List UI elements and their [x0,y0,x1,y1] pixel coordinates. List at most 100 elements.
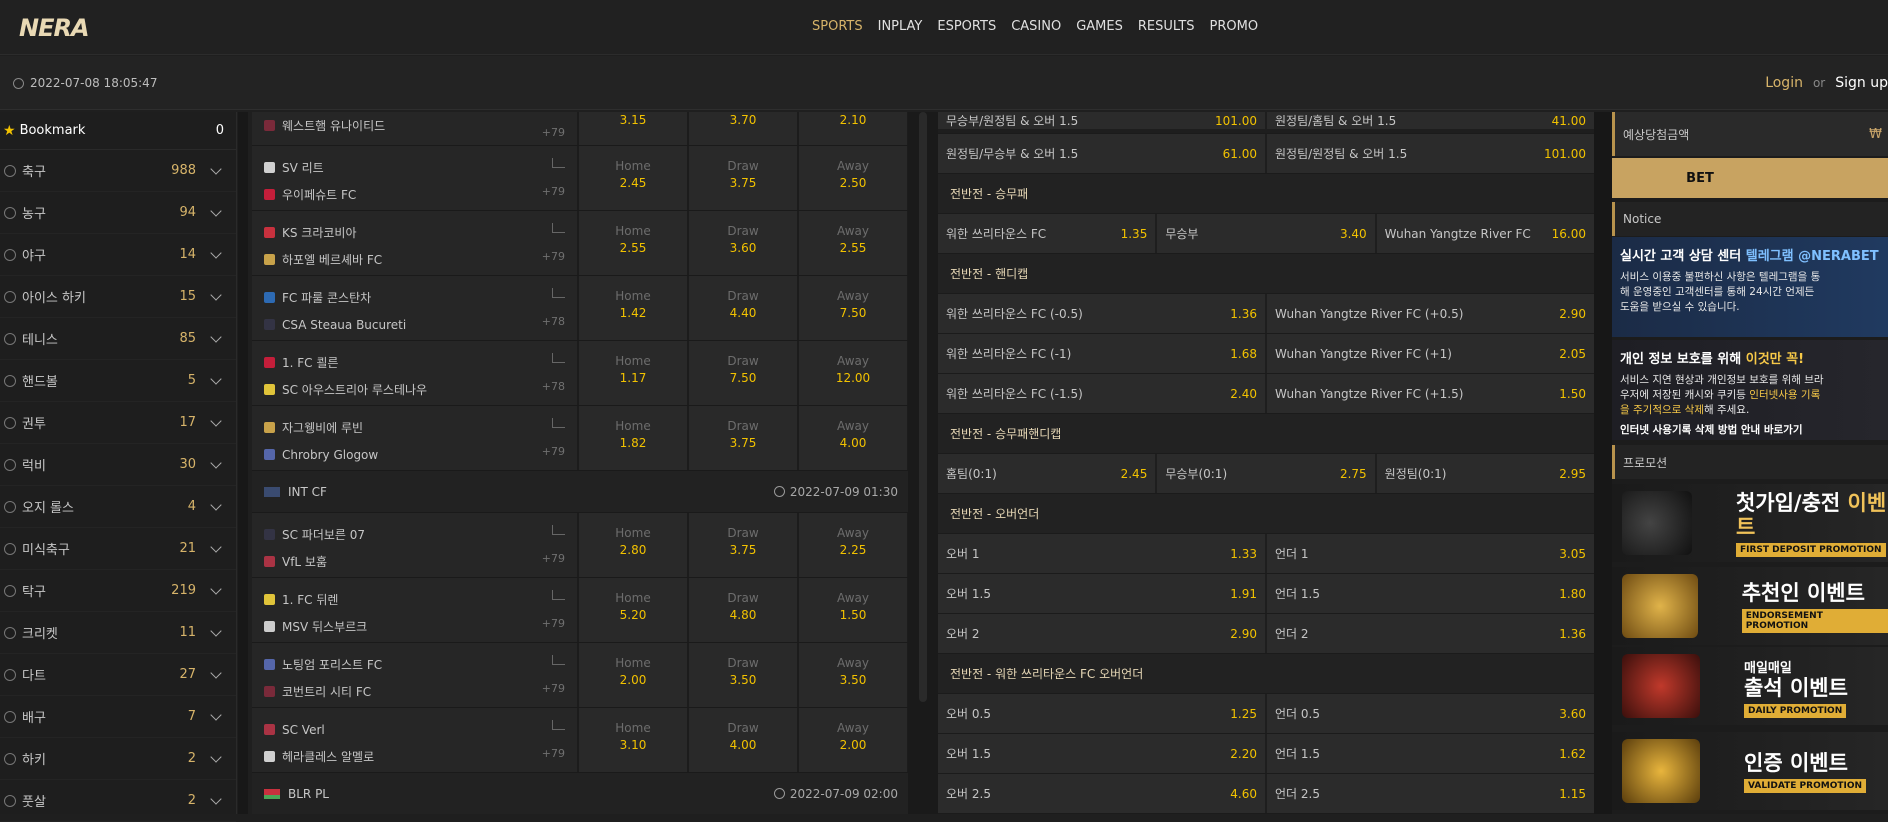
logo[interactable]: NERA [19,14,90,42]
nav-games[interactable]: GAMES [1076,19,1123,34]
chevron-down-icon[interactable] [210,498,222,511]
more-markets-count[interactable]: +79 [542,617,565,630]
market-odds-button[interactable]: 오버 1.5 2.20 [938,734,1265,773]
sidebar-item-sport[interactable]: 다트 27 [0,654,236,696]
nav-promo[interactable]: PROMO [1210,19,1259,34]
market-section-title[interactable]: 전반전 - 승무패 [938,174,1594,214]
market-odds-button[interactable]: 무승부 3.40 [1157,214,1375,253]
login-link[interactable]: Login [1765,75,1803,91]
more-markets-count[interactable]: +79 [542,250,565,263]
sidebar-item-sport[interactable]: 축구 988 [0,150,236,192]
odds-draw-button[interactable]: Draw 4.00 [689,708,797,772]
market-odds-button[interactable]: Wuhan Yangtze River FC (+1.5) 1.50 [1267,374,1594,413]
market-section-title[interactable]: 전반전 - 승무패핸디캡 [938,414,1594,454]
promo-banner-first-deposit[interactable]: 첫가입/충전 이벤트 FIRST DEPOSIT PROMOTION [1612,484,1888,562]
nav-results[interactable]: RESULTS [1138,19,1195,34]
market-odds-button[interactable]: 언더 2 1.36 [1267,614,1594,653]
market-section-title[interactable]: 전반전 - 핸디캡 [938,254,1594,294]
more-markets-count[interactable]: +78 [542,315,565,328]
odds-home-button[interactable]: 3.15 [579,112,687,145]
stats-icon[interactable] [552,418,565,428]
sidebar-item-sport[interactable]: 풋살 2 [0,780,236,822]
more-markets-count[interactable]: +79 [542,445,565,458]
sidebar-item-sport[interactable]: 미식축구 21 [0,528,236,570]
more-markets-count[interactable]: +79 [542,185,565,198]
chevron-down-icon[interactable] [210,414,222,427]
chevron-down-icon[interactable] [210,162,222,175]
stats-icon[interactable] [552,590,565,600]
odds-draw-button[interactable]: Draw 3.60 [689,211,797,275]
odds-home-button[interactable]: Home 2.45 [579,146,687,210]
stats-icon[interactable] [552,353,565,363]
market-odds-button[interactable]: 오버 0.5 1.25 [938,694,1265,733]
odds-away-button[interactable]: Away 3.50 [799,643,907,707]
more-markets-count[interactable]: +79 [542,552,565,565]
odds-home-button[interactable]: Home 2.55 [579,211,687,275]
sidebar-item-sport[interactable]: 아이스 하키 15 [0,276,236,318]
odds-draw-button[interactable]: Draw 4.40 [689,276,797,340]
nav-sports[interactable]: SPORTS [812,19,863,34]
market-odds-button[interactable]: 오버 2.5 4.60 [938,774,1265,813]
odds-draw-button[interactable]: Draw 3.50 [689,643,797,707]
odds-draw-button[interactable]: Draw 3.75 [689,146,797,210]
match-row[interactable]: 웨스트햄 유나이티드 +79 3.15 3.70 2.10 [252,112,908,146]
chevron-down-icon[interactable] [210,624,222,637]
odds-draw-button[interactable]: Draw 3.75 [689,513,797,577]
notice-banner-telegram[interactable]: 실시간 고객 상담 센터 텔레그램 @NERABET 서비스 이용중 불편하신 … [1612,237,1888,337]
chevron-down-icon[interactable] [210,330,222,343]
odds-away-button[interactable]: Away 2.50 [799,146,907,210]
market-odds-button[interactable]: 워한 쓰리타운스 FC (-1.5) 2.40 [938,374,1265,413]
notice-banner-privacy[interactable]: 개인 정보 보호를 위해 이것만 꼭! 서비스 지연 현상과 개인정보 보호를 … [1612,340,1888,440]
sidebar-item-sport[interactable]: 테니스 85 [0,318,236,360]
chevron-down-icon[interactable] [210,582,222,595]
market-odds-button[interactable]: 오버 1.5 1.91 [938,574,1265,613]
market-odds-button[interactable]: 언더 2.5 1.15 [1267,774,1594,813]
market-odds-button[interactable]: 워한 쓰리타운스 FC (-0.5) 1.36 [938,294,1265,333]
market-odds-button[interactable]: 워한 쓰리타운스 FC 1.35 [938,214,1156,253]
odds-draw-button[interactable]: 3.70 [689,112,797,145]
signup-link[interactable]: Sign up [1835,75,1888,91]
sidebar-item-sport[interactable]: 야구 14 [0,234,236,276]
more-markets-count[interactable]: +79 [542,682,565,695]
chevron-down-icon[interactable] [210,246,222,259]
match-row[interactable]: SC Verl 헤라클레스 알멜로 +79 Home 3.10 Draw 4.00 … [252,708,908,773]
market-odds-button[interactable]: 원정팀/무승부 & 오버 1.5 61.00 [938,134,1265,173]
market-odds-button[interactable]: 워한 쓰리타운스 FC (-1) 1.68 [938,334,1265,373]
market-odds-button[interactable]: 무승부/원정팀 & 오버 1.5 101.00 [938,112,1265,129]
market-section-title[interactable]: 전반전 - 워한 쓰리타운스 FC 오버언더 [938,654,1594,694]
odds-away-button[interactable]: Away 2.55 [799,211,907,275]
market-odds-button[interactable]: 언더 1 3.05 [1267,534,1594,573]
chevron-down-icon[interactable] [210,792,222,805]
market-odds-button[interactable]: 원정팀/원정팀 & 오버 1.5 101.00 [1267,134,1594,173]
chevron-down-icon[interactable] [210,666,222,679]
odds-home-button[interactable]: Home 2.00 [579,643,687,707]
chevron-down-icon[interactable] [210,288,222,301]
odds-away-button[interactable]: Away 2.00 [799,708,907,772]
odds-away-button[interactable]: Away 4.00 [799,406,907,470]
odds-home-button[interactable]: Home 2.80 [579,513,687,577]
stats-icon[interactable] [552,223,565,233]
sidebar-item-sport[interactable]: 핸드볼 5 [0,360,236,402]
odds-home-button[interactable]: Home 1.42 [579,276,687,340]
match-row[interactable]: 1. FC 뒤렌 MSV 뒤스부르크 +79 Home 5.20 Draw 4.80… [252,578,908,643]
stats-icon[interactable] [552,655,565,665]
stats-icon[interactable] [552,158,565,168]
promo-banner-validate[interactable]: 인증 이벤트 VALIDATE PROMOTION [1612,732,1888,810]
chevron-down-icon[interactable] [210,372,222,385]
odds-away-button[interactable]: Away 2.25 [799,513,907,577]
odds-home-button[interactable]: Home 5.20 [579,578,687,642]
market-odds-button[interactable]: 언더 1.5 1.80 [1267,574,1594,613]
sidebar-item-sport[interactable]: 권투 17 [0,402,236,444]
notice2-footer-link[interactable]: 인터넷 사용기록 삭제 방법 안내 바로가기 [1620,422,1880,437]
chevron-down-icon[interactable] [210,456,222,469]
nav-inplay[interactable]: INPLAY [878,19,923,34]
match-row[interactable]: KS 크라코비아 하포엘 베르셰바 FC +79 Home 2.55 Draw 3.… [252,211,908,276]
stats-icon[interactable] [552,288,565,298]
market-odds-button[interactable]: 무승부(0:1) 2.75 [1157,454,1375,493]
odds-away-button[interactable]: Away 7.50 [799,276,907,340]
odds-home-button[interactable]: Home 1.82 [579,406,687,470]
sidebar-item-sport[interactable]: 오지 롤스 4 [0,486,236,528]
more-markets-count[interactable]: +79 [542,747,565,760]
market-odds-button[interactable]: Wuhan Yangtze River FC (+1) 2.05 [1267,334,1594,373]
odds-draw-button[interactable]: Draw 3.75 [689,406,797,470]
